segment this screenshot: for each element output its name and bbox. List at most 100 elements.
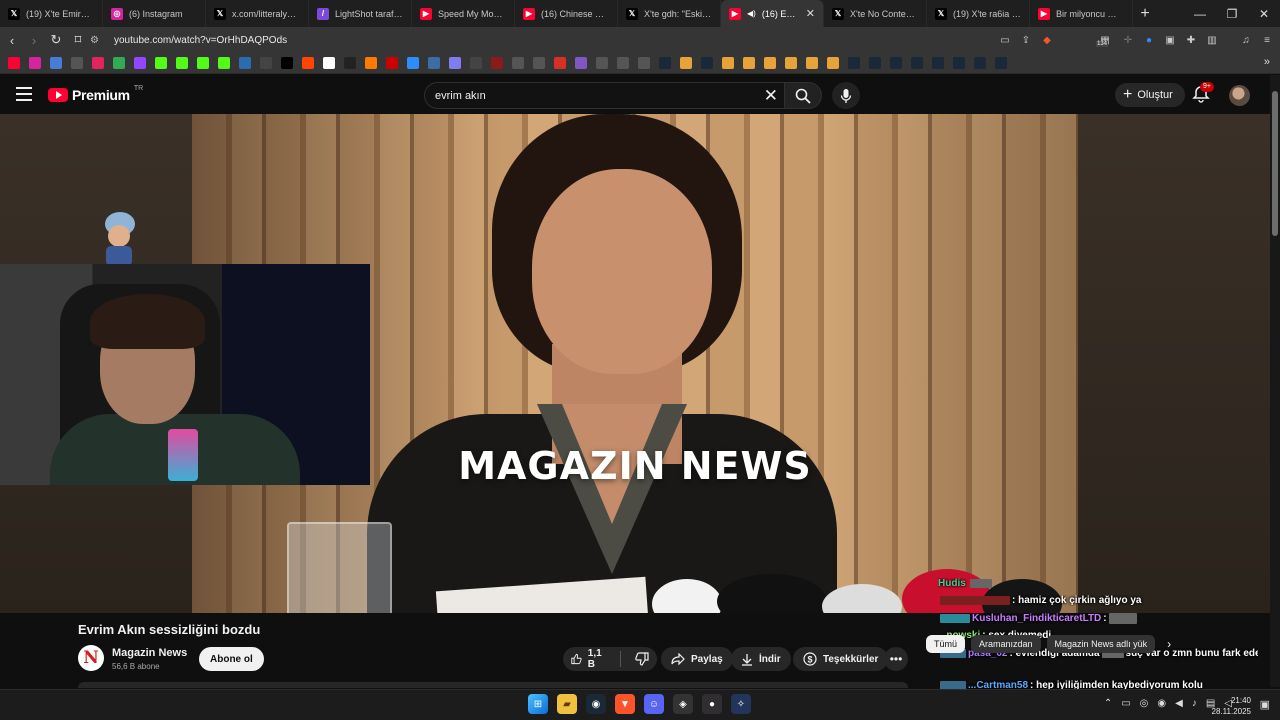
bookmark-favicon-icon[interactable] bbox=[71, 57, 83, 69]
browser-tab[interactable]: 𝕏 X'te No Context Bri bbox=[824, 0, 927, 27]
close-tab-icon[interactable]: ✕ bbox=[806, 7, 815, 20]
chip-from-search[interactable]: Aramanızdan bbox=[971, 635, 1041, 653]
bookmark-favicon-icon[interactable] bbox=[533, 57, 545, 69]
bookmark-favicon-icon[interactable] bbox=[617, 57, 629, 69]
description-box[interactable] bbox=[78, 682, 908, 688]
account-avatar[interactable] bbox=[1229, 85, 1250, 106]
bookmark-favicon-icon[interactable] bbox=[302, 57, 314, 69]
minimize-icon[interactable]: — bbox=[1184, 0, 1216, 27]
bookmark-favicon-icon[interactable] bbox=[785, 57, 797, 69]
bookmark-favicon-icon[interactable] bbox=[953, 57, 965, 69]
browser-tab[interactable]: ◎ (6) Instagram bbox=[103, 0, 206, 27]
bookmark-favicon-icon[interactable] bbox=[428, 57, 440, 69]
discord-icon[interactable]: ☺ bbox=[644, 694, 664, 714]
battery-icon[interactable]: ▭ bbox=[1121, 698, 1130, 709]
media-icon[interactable]: ♫ bbox=[1239, 33, 1253, 47]
browser-tab[interactable]: ▶ ◀) (16) Evrim A ✕ bbox=[721, 0, 824, 27]
bookmark-icon[interactable]: ⌑ bbox=[68, 30, 88, 50]
restore-icon[interactable]: ❐ bbox=[1216, 0, 1248, 27]
bookmark-favicon-icon[interactable] bbox=[449, 57, 461, 69]
tray-overflow-icon[interactable]: ⌃ bbox=[1104, 698, 1112, 709]
bookmark-favicon-icon[interactable] bbox=[197, 57, 209, 69]
bookmark-favicon-icon[interactable] bbox=[869, 57, 881, 69]
bookmark-favicon-icon[interactable] bbox=[596, 57, 608, 69]
browser-tab[interactable]: 𝕏x.com/litteralyme0/ bbox=[206, 0, 309, 27]
bookmark-favicon-icon[interactable] bbox=[638, 57, 650, 69]
bookmark-favicon-icon[interactable] bbox=[155, 57, 167, 69]
share-icon[interactable]: ⇪ bbox=[1019, 33, 1033, 47]
tabs-extension-icon[interactable]: ▣ bbox=[1163, 33, 1177, 47]
bookmark-favicon-icon[interactable] bbox=[827, 57, 839, 69]
more-bookmarks-icon[interactable]: » bbox=[1264, 56, 1270, 68]
guide-menu-icon[interactable] bbox=[16, 87, 32, 101]
back-icon[interactable]: ‹ bbox=[2, 30, 22, 50]
forward-icon[interactable]: › bbox=[24, 30, 44, 50]
browser-tab[interactable]: 𝕏 X'te gdh: "Eskişehir bbox=[618, 0, 721, 27]
chip-all[interactable]: Tümü bbox=[926, 635, 966, 653]
cast-icon[interactable]: ▭ bbox=[998, 33, 1012, 47]
browser-tab[interactable]: / LightShot tarafından bbox=[309, 0, 412, 27]
system-clock[interactable]: 21:40 28.11.2025 bbox=[1212, 695, 1251, 717]
bookmark-favicon-icon[interactable] bbox=[995, 57, 1007, 69]
microphone-tray-icon[interactable]: ♪ bbox=[1192, 698, 1197, 709]
browser-tab[interactable]: 𝕏 (19) X'te ra6ia ex'ac bbox=[927, 0, 1030, 27]
browser-tab[interactable]: 𝕏 (19) X'te Emircan: " bbox=[0, 0, 103, 27]
bookmark-favicon-icon[interactable] bbox=[512, 57, 524, 69]
steam-tray-icon[interactable]: ◉ bbox=[1157, 698, 1166, 709]
create-button[interactable]: + Oluştur bbox=[1115, 83, 1185, 107]
bookmark-favicon-icon[interactable] bbox=[92, 57, 104, 69]
tray-app-icon[interactable]: ◎ bbox=[1140, 698, 1149, 709]
windows-start-icon[interactable]: ⊞ bbox=[528, 694, 548, 714]
bookmark-favicon-icon[interactable] bbox=[218, 57, 230, 69]
bookmark-favicon-icon[interactable] bbox=[239, 57, 251, 69]
bookmark-favicon-icon[interactable] bbox=[407, 57, 419, 69]
new-tab-icon[interactable]: + bbox=[1133, 5, 1157, 23]
browser-tab[interactable]: ▶ Speed My Mom Is R bbox=[412, 0, 515, 27]
volume-tray-icon[interactable]: ◀ bbox=[1175, 698, 1183, 709]
chips-next-icon[interactable]: › bbox=[1167, 637, 1171, 651]
file-explorer-icon[interactable]: ▰ bbox=[557, 694, 577, 714]
thanks-button[interactable]: $ Teşekkürler bbox=[793, 647, 889, 671]
bookmark-favicon-icon[interactable] bbox=[848, 57, 860, 69]
extension-calendar-icon[interactable]: ▦ 134 bbox=[1096, 33, 1114, 47]
extension-icon[interactable]: ✛ bbox=[1121, 33, 1135, 47]
search-box[interactable]: ✕ bbox=[424, 82, 784, 109]
page-scrollbar[interactable] bbox=[1270, 75, 1280, 687]
youtube-premium-logo[interactable]: Premium TR bbox=[48, 85, 143, 103]
site-settings-icon[interactable]: ⚙ bbox=[90, 35, 104, 46]
channel-name[interactable]: Magazin News bbox=[112, 647, 187, 659]
notification-center-icon[interactable]: ▣ bbox=[1260, 698, 1270, 711]
bookmark-favicon-icon[interactable] bbox=[932, 57, 944, 69]
dislike-button[interactable] bbox=[627, 647, 657, 671]
bookmark-favicon-icon[interactable] bbox=[911, 57, 923, 69]
bookmark-favicon-icon[interactable] bbox=[386, 57, 398, 69]
bookmark-favicon-icon[interactable] bbox=[8, 57, 20, 69]
bookmark-favicon-icon[interactable] bbox=[890, 57, 902, 69]
bookmark-favicon-icon[interactable] bbox=[29, 57, 41, 69]
close-window-icon[interactable]: ✕ bbox=[1248, 0, 1280, 27]
vpn-extension-icon[interactable]: ● bbox=[1142, 33, 1156, 47]
bookmark-favicon-icon[interactable] bbox=[764, 57, 776, 69]
bookmark-favicon-icon[interactable] bbox=[575, 57, 587, 69]
bookmark-favicon-icon[interactable] bbox=[554, 57, 566, 69]
bookmark-favicon-icon[interactable] bbox=[134, 57, 146, 69]
brave-browser-icon[interactable]: ▼ bbox=[615, 694, 635, 714]
more-actions-button[interactable]: ••• bbox=[884, 647, 908, 671]
bookmark-favicon-icon[interactable] bbox=[680, 57, 692, 69]
bookmark-favicon-icon[interactable] bbox=[659, 57, 671, 69]
bookmark-favicon-icon[interactable] bbox=[176, 57, 188, 69]
reload-icon[interactable]: ↻ bbox=[46, 30, 66, 50]
bookmark-favicon-icon[interactable] bbox=[365, 57, 377, 69]
bookmark-favicon-icon[interactable] bbox=[806, 57, 818, 69]
menu-icon[interactable]: ≡ bbox=[1260, 33, 1274, 47]
brave-shield-icon[interactable]: ◆ bbox=[1040, 33, 1054, 47]
obs-icon[interactable]: ● bbox=[702, 694, 722, 714]
search-button[interactable] bbox=[784, 82, 822, 109]
channel-avatar[interactable]: N bbox=[78, 645, 104, 671]
bookmark-favicon-icon[interactable] bbox=[344, 57, 356, 69]
video-player[interactable]: MAGAZIN NEWS bbox=[0, 114, 1270, 613]
clear-search-icon[interactable]: ✕ bbox=[764, 86, 778, 106]
app-icon[interactable]: ✧ bbox=[731, 694, 751, 714]
download-button[interactable]: İndir bbox=[731, 647, 791, 671]
unity-icon[interactable]: ◈ bbox=[673, 694, 693, 714]
